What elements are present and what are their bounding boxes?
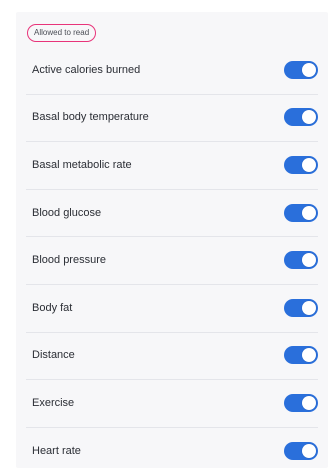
permission-toggle-blood-pressure[interactable] bbox=[284, 251, 318, 270]
permission-label: Basal metabolic rate bbox=[32, 158, 132, 171]
toggle-thumb bbox=[302, 300, 316, 315]
toggle-thumb bbox=[302, 395, 316, 410]
permission-toggle-body-fat[interactable] bbox=[284, 298, 318, 317]
permission-label: Blood glucose bbox=[32, 206, 102, 219]
permission-row-body-fat[interactable]: Body fat bbox=[16, 283, 328, 332]
permission-row-blood-pressure[interactable]: Blood pressure bbox=[16, 236, 328, 284]
permission-toggle-basal-metabolic-rate[interactable] bbox=[284, 155, 318, 174]
section-header-allowed-to-read: Allowed to read bbox=[27, 24, 97, 42]
permission-list: Active calories burned Basal body temper… bbox=[16, 46, 328, 474]
permission-label: Body fat bbox=[32, 301, 73, 314]
permission-label: Exercise bbox=[32, 396, 75, 409]
permission-row-heart-rate[interactable]: Heart rate bbox=[16, 426, 328, 474]
permission-row-basal-metabolic-rate[interactable]: Basal metabolic rate bbox=[16, 141, 328, 189]
permission-row-basal-body-temperature[interactable]: Basal body temperature bbox=[16, 93, 328, 142]
permission-label: Distance bbox=[32, 349, 75, 362]
toggle-thumb bbox=[302, 205, 316, 220]
permission-toggle-exercise[interactable] bbox=[284, 393, 318, 412]
permission-toggle-active-calories-burned[interactable] bbox=[284, 60, 318, 79]
toggle-thumb bbox=[302, 443, 316, 458]
permission-label: Active calories burned bbox=[32, 63, 141, 76]
permission-label: Blood pressure bbox=[32, 254, 106, 267]
permission-toggle-blood-glucose[interactable] bbox=[284, 203, 318, 222]
permission-label: Basal body temperature bbox=[32, 111, 149, 124]
permission-row-distance[interactable]: Distance bbox=[16, 331, 328, 380]
permissions-panel: Allowed to read Active calories burned B… bbox=[16, 12, 328, 468]
permission-toggle-basal-body-temperature[interactable] bbox=[284, 108, 318, 127]
toggle-thumb bbox=[302, 62, 316, 77]
permission-label: Heart rate bbox=[32, 444, 81, 457]
toggle-thumb bbox=[302, 157, 316, 172]
permission-row-blood-glucose[interactable]: Blood glucose bbox=[16, 188, 328, 237]
permission-row-active-calories-burned[interactable]: Active calories burned bbox=[16, 46, 328, 94]
permission-toggle-distance[interactable] bbox=[284, 346, 318, 365]
permission-row-exercise[interactable]: Exercise bbox=[16, 379, 328, 427]
permission-toggle-heart-rate[interactable] bbox=[284, 441, 318, 460]
